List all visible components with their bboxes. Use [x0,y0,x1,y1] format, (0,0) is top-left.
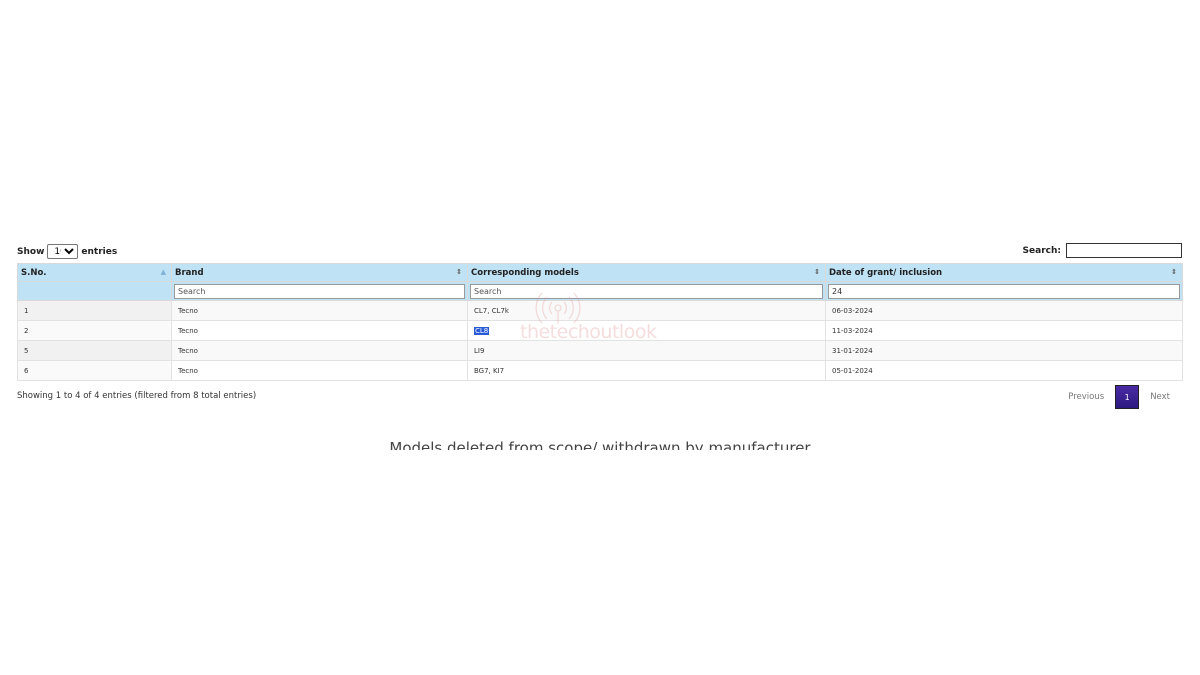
sno-cell: 1 [17,300,172,321]
table-row: 6 Tecno BG7, KI7 05-01-2024 [17,360,1183,381]
filter-cell-sno [17,281,172,301]
section-heading: Models deleted from scope/ withdrawn by … [389,439,811,450]
brand-cell: Tecno [171,340,468,361]
date-cell: 11-03-2024 [825,320,1183,341]
table-row: 2 Tecno CL8 11-03-2024 [17,320,1183,341]
search-input[interactable] [1066,243,1182,258]
pagination: Previous 1 Next [1068,385,1170,409]
brand-filter-input[interactable] [174,283,465,299]
search-label: Search: [1022,245,1061,256]
length-menu: Show 10 entries [17,244,117,259]
models-table: S.No. ▲ Brand ⇕ Corresponding models ⇕ D… [17,263,1183,381]
table-row: 1 Tecno CL7, CL7k 06-03-2024 [17,300,1183,321]
table-row: 5 Tecno LI9 31-01-2024 [17,340,1183,361]
page-1-button[interactable]: 1 [1115,385,1140,409]
datatable-wrapper: Show 10 entries Search: S.No. ▲ Brand ⇕ [17,243,1183,409]
entries-label: entries [81,246,118,257]
sno-cell: 2 [17,320,172,341]
date-filter-input[interactable] [828,283,1180,299]
date-cell: 31-01-2024 [825,340,1183,361]
filter-row [17,281,1183,301]
global-search: Search: [1023,243,1182,258]
brand-cell: Tecno [171,360,468,381]
models-filter-input[interactable] [470,283,823,299]
models-cell: CL8 [467,320,826,341]
models-cell: LI9 [467,340,826,361]
models-cell: BG7, KI7 [467,360,826,381]
sno-cell: 6 [17,360,172,381]
brand-cell: Tecno [171,320,468,341]
table-controls: Show 10 entries Search: [17,243,1182,261]
date-cell: 06-03-2024 [825,300,1183,321]
column-header-models[interactable]: Corresponding models ⇕ [467,263,826,282]
next-page-button[interactable]: Next [1150,392,1170,402]
sort-both-icon: ⇕ [456,268,462,276]
sort-both-icon: ⇕ [1171,268,1177,276]
sort-both-icon: ⇕ [814,268,820,276]
selected-text-highlight: CL8 [474,326,490,335]
brand-cell: Tecno [171,300,468,321]
filter-cell-date [825,281,1183,301]
header-row: S.No. ▲ Brand ⇕ Corresponding models ⇕ D… [17,263,1183,282]
filter-cell-models [467,281,826,301]
models-cell: CL7, CL7k [467,300,826,321]
sort-asc-icon: ▲ [160,268,166,276]
date-cell: 05-01-2024 [825,360,1183,381]
column-header-date[interactable]: Date of grant/ inclusion ⇕ [825,263,1183,282]
sno-cell: 5 [17,340,172,361]
filter-cell-brand [171,281,468,301]
table-info: Showing 1 to 4 of 4 entries (filtered fr… [17,391,257,401]
show-label: Show [17,246,45,257]
column-header-sno[interactable]: S.No. ▲ [17,263,172,282]
entries-per-page-select[interactable]: 10 [47,244,79,259]
previous-page-button[interactable]: Previous [1068,392,1104,402]
column-header-brand[interactable]: Brand ⇕ [171,263,468,282]
